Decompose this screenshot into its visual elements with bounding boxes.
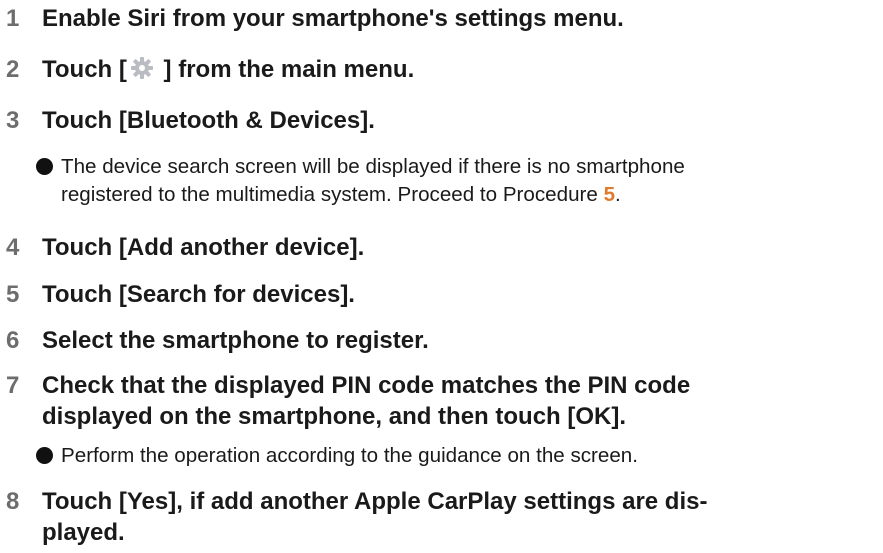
step-number: 7: [6, 372, 20, 399]
step-number: 2: [6, 56, 20, 83]
step-text-line-2: displayed on the smartphone, and then to…: [42, 403, 627, 430]
step-text: Touch [Yes], if add another Apple CarPla…: [42, 486, 872, 548]
step-text-line-1: Check that the displayed PIN code matche…: [42, 372, 691, 399]
step-text: Touch [Bluetooth & Devices].: [42, 107, 375, 134]
step-number: 1: [6, 5, 20, 32]
step-text: Select the smartphone to register.: [42, 327, 429, 354]
step-number: 3: [6, 107, 20, 134]
step-text-line-1: Touch [Yes], if add another Apple CarPla…: [42, 488, 708, 515]
step-text: Touch [Add another device].: [42, 234, 365, 261]
bullet-icon: [36, 158, 53, 175]
note-line-2-text: registered to the multimedia system. Pro…: [61, 183, 604, 206]
step-text: Touch [ ] from the main menu.: [42, 54, 872, 88]
bullet-icon: [36, 447, 53, 464]
step-text: Check that the displayed PIN code matche…: [42, 370, 872, 432]
step-text: Touch [Search for devices].: [42, 281, 355, 308]
procedure-reference: 5: [603, 183, 616, 206]
step-number: 6: [6, 327, 20, 354]
note-line-1: The device search screen will be display…: [61, 155, 685, 178]
step-number: 5: [6, 281, 20, 308]
note-text: The device search screen will be display…: [61, 153, 881, 209]
step-text: Enable Siri from your smartphone's setti…: [42, 5, 624, 32]
step-number: 8: [6, 488, 20, 515]
step-text-after-icon: ] from the main menu.: [156, 56, 415, 83]
procedure-steps: 1 Enable Siri from your smartphone's set…: [0, 0, 883, 553]
gear-icon: [130, 56, 154, 88]
step-text-line-2: played.: [42, 519, 125, 546]
step-number: 4: [6, 234, 20, 261]
note-text: Perform the operation according to the g…: [61, 444, 638, 467]
note-line-2: registered to the multimedia system. Pro…: [61, 181, 881, 209]
note-line-2-end: .: [615, 183, 621, 206]
step-text-before-icon: Touch [: [42, 56, 127, 83]
